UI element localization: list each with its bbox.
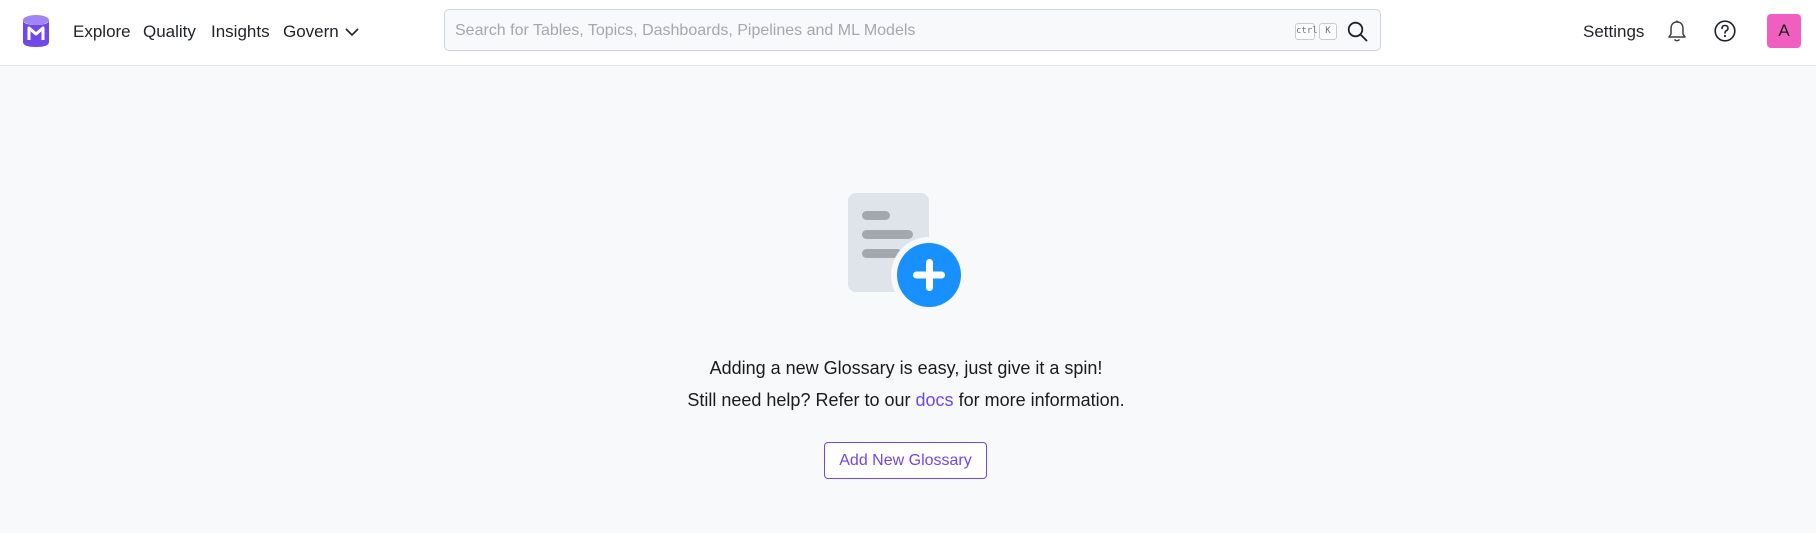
top-navbar: Explore Quality Insights Govern Search f…	[0, 0, 1816, 66]
add-document-icon	[848, 193, 963, 309]
nav-insights[interactable]: Insights	[211, 21, 270, 43]
help-circle-icon[interactable]	[1714, 20, 1736, 42]
docs-link[interactable]: docs	[916, 390, 954, 410]
global-search-input[interactable]: Search for Tables, Topics, Dashboards, P…	[444, 9, 1381, 51]
nav-explore[interactable]: Explore	[73, 21, 131, 43]
nav-quality[interactable]: Quality	[143, 21, 196, 43]
empty-state-message: Adding a new Glossary is easy, just give…	[709, 358, 1103, 378]
shortcut-ctrl-key: ctrl	[1295, 23, 1318, 40]
openmetadata-logo-icon[interactable]	[20, 13, 52, 49]
search-icon[interactable]	[1347, 21, 1368, 42]
nav-govern-label: Govern	[283, 22, 339, 41]
search-placeholder: Search for Tables, Topics, Dashboards, P…	[455, 22, 916, 39]
add-new-glossary-button[interactable]: Add New Glossary	[824, 442, 987, 479]
chevron-down-icon	[345, 27, 359, 36]
user-avatar[interactable]: A	[1767, 14, 1801, 48]
help-text-prefix: Still need help? Refer to our	[687, 390, 911, 410]
help-text-suffix: for more information.	[958, 390, 1125, 410]
nav-govern-dropdown[interactable]: Govern	[283, 21, 359, 43]
glossary-empty-state: Adding a new Glossary is easy, just give…	[0, 67, 1816, 533]
shortcut-k-key: K	[1319, 23, 1337, 40]
bell-icon[interactable]	[1667, 20, 1687, 43]
nav-settings[interactable]: Settings	[1583, 21, 1644, 43]
empty-state-help-text: Still need help? Refer to our docs for m…	[0, 388, 1812, 412]
